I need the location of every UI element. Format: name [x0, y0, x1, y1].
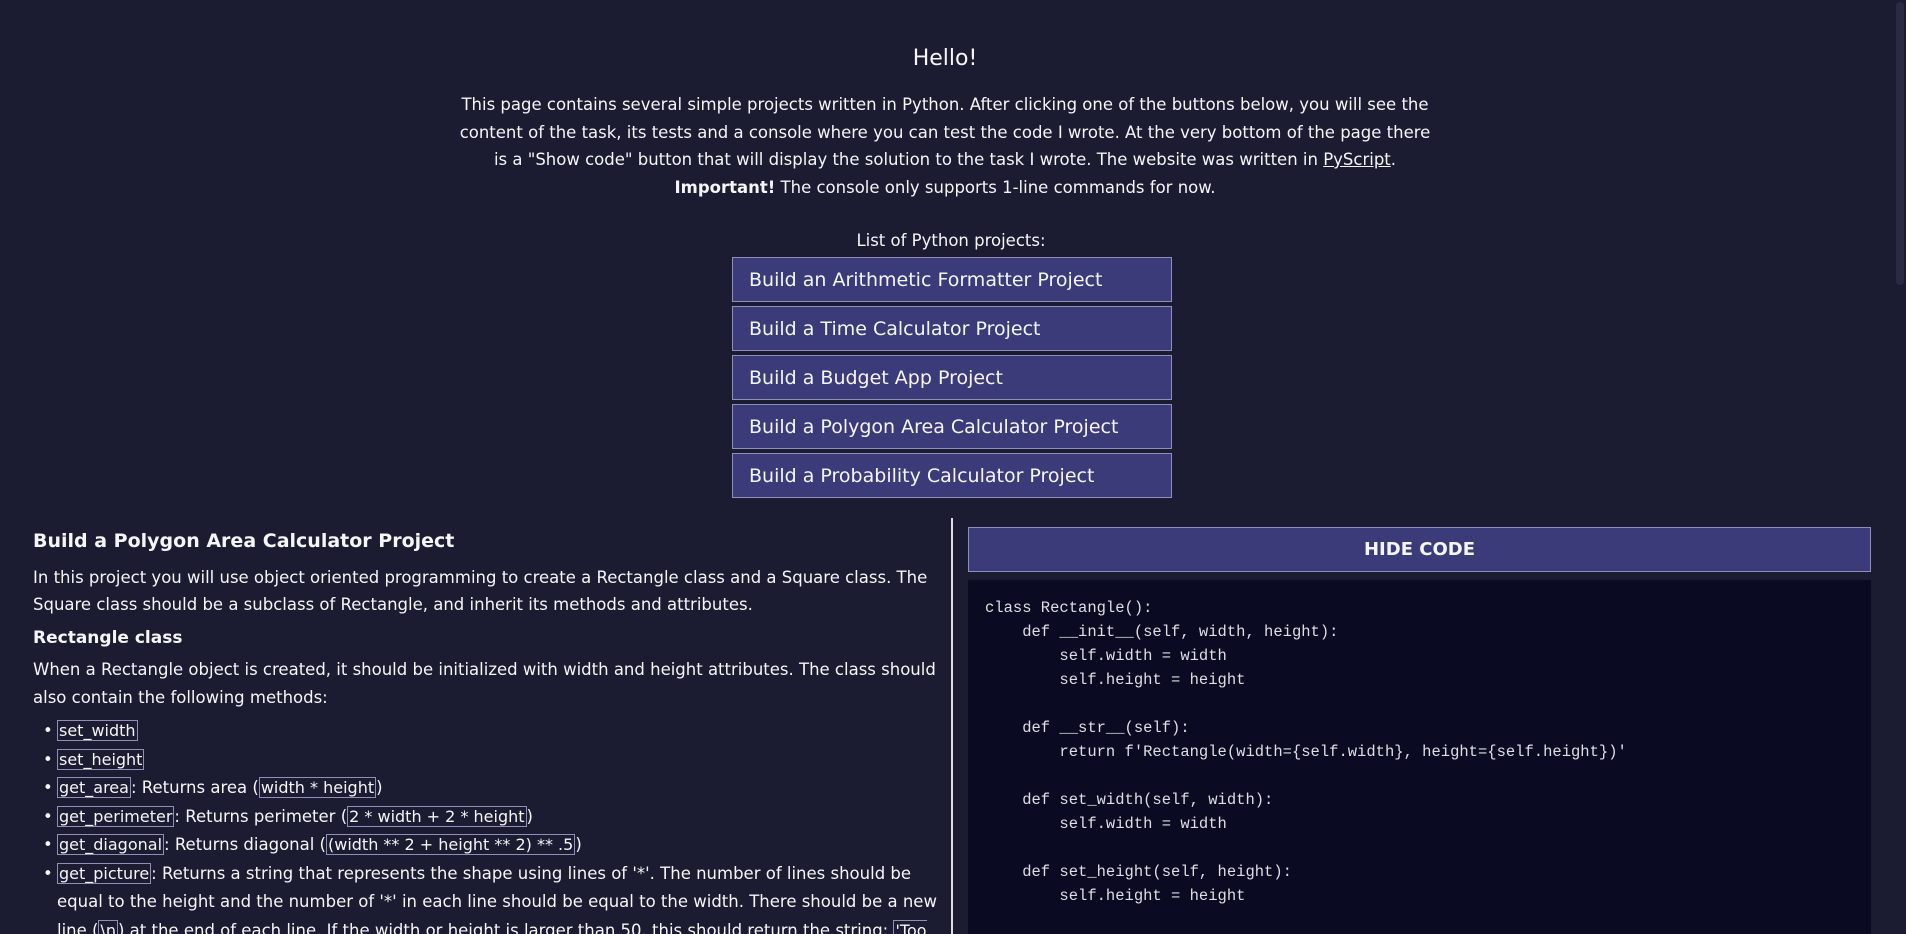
task-title: Build a Polygon Area Calculator Project [33, 530, 455, 552]
scrollbar-thumb[interactable] [1896, 2, 1904, 285]
method-list: set_width set_height get_area: Returns a… [33, 717, 943, 934]
important-label: Important! [674, 177, 776, 197]
rectangle-class-description: When a Rectangle object is created, it s… [33, 660, 936, 707]
project-button-probability-calculator[interactable]: Build a Probability Calculator Project [732, 453, 1172, 498]
method-item-set-height: set_height [41, 746, 943, 775]
method-item-get-diagonal: get_diagonal: Returns diagonal ((width *… [41, 831, 943, 860]
method-tail: ) [526, 806, 533, 826]
project-button-budget-app[interactable]: Build a Budget App Project [732, 355, 1172, 400]
panel-divider [951, 518, 953, 934]
intro-description: This page contains several simple projec… [455, 91, 1435, 174]
project-button-polygon-area-calculator[interactable]: Build a Polygon Area Calculator Project [732, 404, 1172, 449]
method-separator: : [174, 806, 186, 826]
method-formula: (width ** 2 + height ** 2) ** .5 [326, 834, 576, 855]
solution-code: class Rectangle(): def __init__(self, wi… [985, 599, 1627, 905]
page-title: Hello! [912, 46, 978, 71]
important-text: The console only supports 1-line command… [775, 177, 1216, 197]
important-note: Important! The console only supports 1-l… [0, 174, 1890, 202]
project-button-arithmetic-formatter[interactable]: Build an Arithmetic Formatter Project [732, 257, 1172, 302]
method-name: get_diagonal [57, 834, 165, 855]
method-item-get-picture: get_picture: Returns a string that repre… [41, 860, 943, 934]
method-text: Returns perimeter ( [185, 806, 348, 826]
project-list: Build an Arithmetic Formatter Project Bu… [732, 257, 1172, 502]
method-text: Returns diagonal ( [174, 835, 326, 854]
method-name: get_picture [57, 862, 152, 884]
intro-text-end: . [1390, 150, 1397, 169]
intro-text: This page contains several simple projec… [459, 95, 1431, 169]
method-tail: ) [376, 778, 383, 797]
projects-heading: List of Python projects: [856, 231, 1046, 250]
hide-code-button[interactable]: HIDE CODE [968, 527, 1871, 572]
method-name: set_height [57, 748, 145, 770]
task-intro: In this project you will use object orie… [33, 567, 928, 615]
method-text: ) at the end of each line. If the width … [118, 920, 894, 934]
project-button-time-calculator[interactable]: Build a Time Calculator Project [732, 306, 1172, 351]
method-tail: ) [575, 835, 582, 854]
method-separator: : [164, 835, 175, 854]
method-formula: width * height [258, 777, 377, 798]
method-name: get_area [57, 777, 131, 798]
pyscript-link[interactable]: PyScript [1323, 150, 1391, 169]
intro-section: Hello! This page contains several simple… [0, 0, 1890, 201]
page: Hello! This page contains several simple… [0, 0, 1906, 934]
method-name: set_width [57, 720, 138, 741]
method-name: get_perimeter [57, 805, 175, 827]
scrollbar[interactable] [1892, 0, 1906, 934]
code-panel: class Rectangle(): def __init__(self, wi… [968, 580, 1871, 934]
rectangle-class-heading: Rectangle class [33, 627, 183, 648]
method-item-get-area: get_area: Returns area (width * height) [41, 774, 943, 803]
method-formula: 2 * width + 2 * height [347, 805, 527, 827]
task-description: Build a Polygon Area Calculator Project … [33, 528, 943, 934]
method-separator: : [130, 778, 142, 797]
method-item-get-perimeter: get_perimeter: Returns perimeter (2 * wi… [41, 803, 943, 832]
method-item-set-width: set_width [41, 717, 943, 746]
newline-code: \n [98, 919, 118, 934]
method-text: Returns area ( [141, 778, 259, 797]
